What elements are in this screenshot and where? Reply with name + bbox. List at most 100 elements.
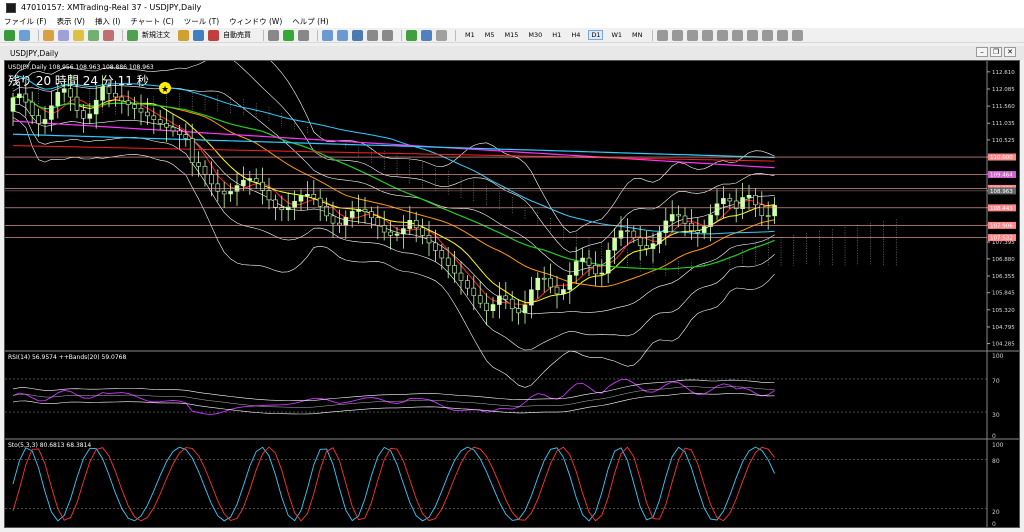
chart-canvas[interactable]: USDJPY,Daily 108.956 108.963 108.886 108… bbox=[5, 14, 1019, 528]
auto-trade-icon[interactable] bbox=[208, 29, 219, 41]
candle-body bbox=[663, 220, 669, 233]
price-axis-label: 104.285 bbox=[992, 342, 1015, 348]
bar-chart-icon[interactable] bbox=[268, 29, 279, 41]
indicators-icon[interactable] bbox=[406, 29, 417, 41]
new-order-button[interactable]: 新規注文 bbox=[142, 30, 170, 40]
menu-window[interactable]: ウィンドウ (W) bbox=[229, 16, 282, 27]
label-tool-icon[interactable] bbox=[776, 29, 788, 41]
toolbar-separator bbox=[455, 29, 456, 41]
metaeditor-icon[interactable] bbox=[178, 29, 189, 41]
candle-body bbox=[170, 126, 176, 132]
candle-chart-icon[interactable] bbox=[283, 29, 294, 41]
candle-body bbox=[337, 222, 342, 226]
app-icon bbox=[6, 2, 16, 13]
candle-body bbox=[375, 217, 381, 226]
candle-body bbox=[772, 205, 777, 217]
candle-body bbox=[727, 198, 733, 202]
price-axis-label: 112.610 bbox=[992, 70, 1015, 76]
candle-body bbox=[426, 235, 432, 244]
candle-body bbox=[68, 88, 73, 98]
candle-body bbox=[458, 272, 464, 281]
trendline-icon[interactable] bbox=[716, 29, 728, 41]
menu-tools[interactable]: ツール (T) bbox=[184, 16, 219, 27]
candle-body bbox=[689, 222, 694, 231]
timeframe-mn[interactable]: MN bbox=[630, 31, 644, 39]
autoscroll-icon[interactable] bbox=[367, 29, 378, 41]
timeframe-m30[interactable]: M30 bbox=[526, 31, 544, 39]
tile-windows-icon[interactable] bbox=[352, 29, 363, 41]
candle-body bbox=[285, 206, 291, 211]
zoom-out-icon[interactable] bbox=[337, 29, 348, 41]
candle-body bbox=[138, 108, 144, 113]
terminal-icon[interactable] bbox=[88, 29, 99, 41]
line-chart-icon[interactable] bbox=[298, 29, 309, 41]
line-tool-icon[interactable] bbox=[671, 29, 683, 41]
timeframe-m5[interactable]: M5 bbox=[483, 31, 497, 39]
candle-body bbox=[593, 265, 598, 275]
profiles-icon[interactable] bbox=[19, 29, 30, 41]
candle-body bbox=[356, 208, 361, 212]
window-controls: – ❐ ✕ bbox=[974, 47, 1016, 57]
candle-body bbox=[369, 211, 374, 219]
minimize-button[interactable]: – bbox=[976, 47, 988, 57]
price-tag-label: 107.532 bbox=[990, 236, 1013, 242]
candle-body bbox=[209, 173, 214, 185]
menu-chart[interactable]: チャート (C) bbox=[130, 16, 173, 27]
candle-body bbox=[311, 194, 317, 199]
price-tags: 110.000109.464109.039108.963108.443107.9… bbox=[988, 153, 1016, 242]
periods-icon[interactable] bbox=[421, 29, 432, 41]
timeframe-h4[interactable]: H4 bbox=[569, 31, 582, 39]
templates-icon[interactable] bbox=[436, 29, 447, 41]
market-watch-icon[interactable] bbox=[43, 29, 54, 41]
timeframe-m15[interactable]: M15 bbox=[503, 31, 521, 39]
star-badge-glyph: ★ bbox=[161, 85, 169, 95]
candle-body bbox=[362, 208, 368, 212]
candle-body bbox=[541, 277, 547, 280]
candle-body bbox=[625, 230, 630, 233]
menu-file[interactable]: ファイル (F) bbox=[4, 16, 47, 27]
vertical-line-icon[interactable] bbox=[686, 29, 698, 41]
menu-help[interactable]: ヘルプ (H) bbox=[292, 16, 328, 27]
close-button[interactable]: ✕ bbox=[1004, 47, 1016, 57]
chart-window[interactable]: USDJPY,Daily 108.956 108.963 108.886 108… bbox=[4, 14, 1020, 528]
stoch-level-0: 0 bbox=[992, 521, 996, 527]
candle-body bbox=[298, 195, 304, 202]
menu-insert[interactable]: 挿入 (I) bbox=[95, 16, 120, 27]
candle-body bbox=[586, 257, 592, 266]
zoom-in-icon[interactable] bbox=[322, 29, 333, 41]
candle-body bbox=[701, 226, 707, 233]
chart-shift-icon[interactable] bbox=[382, 29, 393, 41]
timeframe-m1[interactable]: M1 bbox=[463, 31, 477, 39]
new-order-icon[interactable] bbox=[127, 29, 138, 41]
toolbar-separator bbox=[263, 29, 264, 41]
rsi-line bbox=[12, 379, 775, 415]
candle-body bbox=[650, 243, 656, 249]
candle-body bbox=[420, 227, 425, 236]
rsi-level-0: 0 bbox=[992, 433, 996, 440]
candle-body bbox=[612, 237, 617, 251]
fibonacci-icon[interactable] bbox=[746, 29, 758, 41]
channel-icon[interactable] bbox=[731, 29, 743, 41]
arrows-tool-icon[interactable] bbox=[791, 29, 803, 41]
menu-view[interactable]: 表示 (V) bbox=[57, 16, 85, 27]
timeframe-w1[interactable]: W1 bbox=[609, 31, 624, 39]
candle-body bbox=[189, 138, 195, 164]
restore-button[interactable]: ❐ bbox=[990, 47, 1002, 57]
crosshair-icon[interactable] bbox=[656, 29, 668, 41]
candle-body bbox=[413, 220, 419, 229]
new-chart-icon[interactable] bbox=[4, 29, 15, 41]
tester-icon[interactable] bbox=[103, 29, 114, 41]
signals-icon[interactable] bbox=[193, 29, 204, 41]
horizontal-line-icon[interactable] bbox=[701, 29, 713, 41]
timeframe-d1[interactable]: D1 bbox=[588, 30, 604, 40]
auto-trade-button[interactable]: 自動売買 bbox=[223, 30, 251, 40]
chart-tab-usdjpy[interactable]: USDJPY,Daily bbox=[6, 48, 63, 59]
price-axis-label: 111.035 bbox=[992, 121, 1015, 127]
timeframe-h1[interactable]: H1 bbox=[550, 31, 563, 39]
data-window-icon[interactable] bbox=[58, 29, 69, 41]
candle-body bbox=[87, 113, 93, 119]
price-axis-label: 105.320 bbox=[992, 308, 1015, 314]
navigator-icon[interactable] bbox=[73, 29, 84, 41]
text-tool-icon[interactable] bbox=[761, 29, 773, 41]
candle-body bbox=[599, 272, 605, 275]
